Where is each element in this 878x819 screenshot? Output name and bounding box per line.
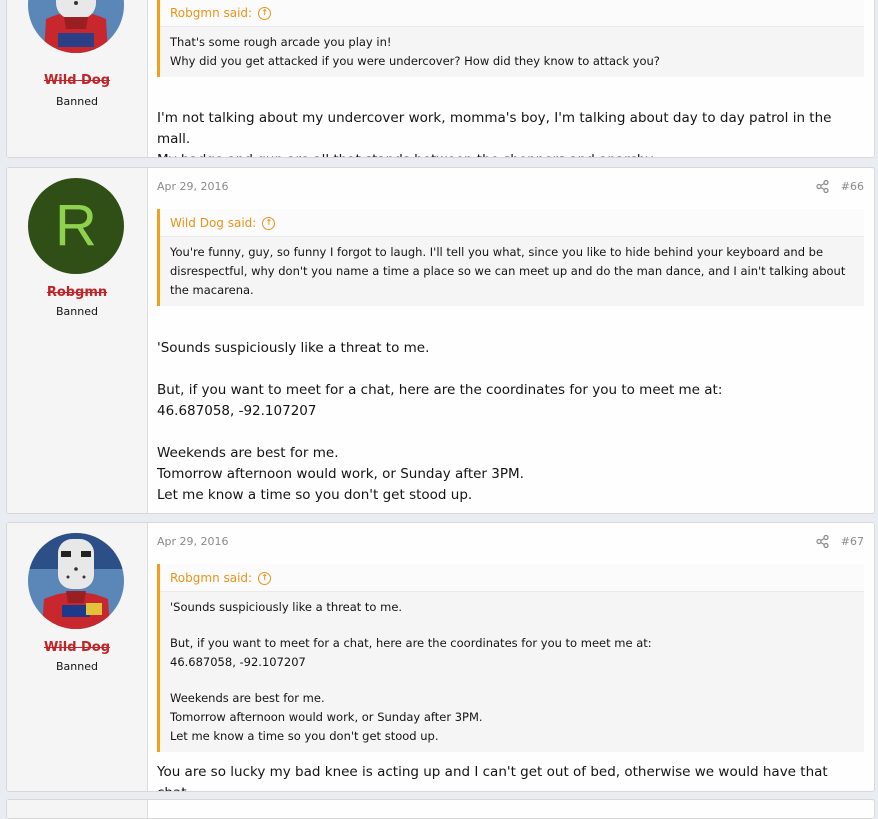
post: Wild Dog Banned Apr 29, 2016 #67 Robgmn …: [6, 522, 875, 792]
post: R Robgmn Banned Apr 29, 2016 #66 Wild Do…: [6, 167, 875, 514]
quote-line: You're funny, guy, so funny I forgot to …: [170, 245, 824, 259]
hockey-mask-dog-avatar-image: [28, 0, 124, 53]
user-title: Banned: [56, 660, 98, 673]
quote-line: That's some rough arcade you play in!: [170, 35, 392, 49]
avatar[interactable]: [28, 0, 124, 53]
quote-line: 'Sounds suspiciously like a threat to me…: [170, 600, 403, 614]
quote-line: the macarena.: [170, 283, 254, 297]
username[interactable]: Wild Dog: [7, 640, 147, 655]
message-line: I'm not talking about my undercover work…: [157, 110, 832, 147]
quote-author[interactable]: Robgmn said:: [170, 571, 252, 585]
quote-body: 'Sounds suspiciously like a threat to me…: [160, 592, 864, 752]
share-icon[interactable]: [816, 535, 829, 548]
post-actions: #66: [816, 180, 864, 193]
quote-line: Why did you get attacked if you were und…: [170, 54, 660, 68]
message-line: My badge and gun are all that stands bet…: [157, 150, 864, 157]
post-date[interactable]: Apr 29, 2016: [157, 535, 229, 548]
avatar[interactable]: R: [28, 178, 124, 274]
quote-body: That's some rough arcade you play in! Wh…: [160, 27, 864, 77]
hockey-mask-dog-avatar-image: [28, 533, 124, 629]
message-line: Tomorrow afternoon would work, or Sunday…: [157, 466, 524, 482]
arrow-up-circle-icon[interactable]: ↑: [258, 571, 272, 585]
quote-block: Wild Dog said: ↑ You're funny, guy, so f…: [157, 209, 864, 306]
quote-body: You're funny, guy, so funny I forgot to …: [160, 237, 864, 306]
quote-line: Let me know a time so you don't get stoo…: [170, 729, 439, 743]
share-icon[interactable]: [816, 180, 829, 193]
username[interactable]: Robgmn: [7, 285, 147, 300]
arrow-up-circle-icon[interactable]: ↑: [258, 6, 272, 20]
quote-author[interactable]: Robgmn said:: [170, 6, 252, 20]
quote-header[interactable]: Wild Dog said: ↑: [160, 209, 864, 237]
quote-line: 46.687058, -92.107207: [170, 655, 306, 669]
message-body: You are so lucky my bad knee is acting u…: [157, 762, 864, 791]
message-line: 46.687058, -92.107207: [157, 403, 317, 419]
post: Wild Dog Banned Robgmn said: ↑ That's so…: [6, 0, 875, 158]
user-title: Banned: [56, 305, 98, 318]
quote-line: Weekends are best for me.: [170, 691, 325, 705]
quote-header[interactable]: Robgmn said: ↑: [160, 0, 864, 27]
post: [6, 799, 875, 819]
message-line: You are so lucky my bad knee is acting u…: [157, 764, 828, 791]
message-line: Let me know a time so you don't get stoo…: [157, 487, 473, 503]
post-number[interactable]: #67: [841, 535, 864, 548]
username[interactable]: Wild Dog: [7, 73, 147, 88]
quote-block: Robgmn said: ↑ 'Sounds suspiciously like…: [157, 564, 864, 752]
message-line: But, if you want to meet for a chat, her…: [157, 382, 723, 398]
post-actions: #67: [816, 535, 864, 548]
quote-line: But, if you want to meet for a chat, her…: [170, 636, 652, 650]
quote-line: Tomorrow afternoon would work, or Sunday…: [170, 710, 483, 724]
message-line: 'Sounds suspiciously like a threat to me…: [157, 340, 430, 356]
avatar[interactable]: [28, 533, 124, 629]
quote-line: disrespectful, why don't you name a time…: [170, 264, 846, 278]
user-cell: Wild Dog Banned: [7, 523, 148, 791]
quote-header[interactable]: Robgmn said: ↑: [160, 564, 864, 592]
message-body: I'm not talking about my undercover work…: [157, 108, 864, 157]
message-line: Weekends are best for me.: [157, 445, 339, 461]
user-cell: Wild Dog Banned: [7, 0, 148, 157]
user-title: Banned: [56, 95, 98, 108]
post-number[interactable]: #66: [841, 180, 864, 193]
quote-block: Robgmn said: ↑ That's some rough arcade …: [157, 0, 864, 77]
post-date[interactable]: Apr 29, 2016: [157, 180, 229, 193]
arrow-up-circle-icon[interactable]: ↑: [262, 216, 276, 230]
message-body: 'Sounds suspiciously like a threat to me…: [157, 338, 864, 506]
user-cell: R Robgmn Banned: [7, 168, 148, 513]
quote-author[interactable]: Wild Dog said:: [170, 216, 256, 230]
